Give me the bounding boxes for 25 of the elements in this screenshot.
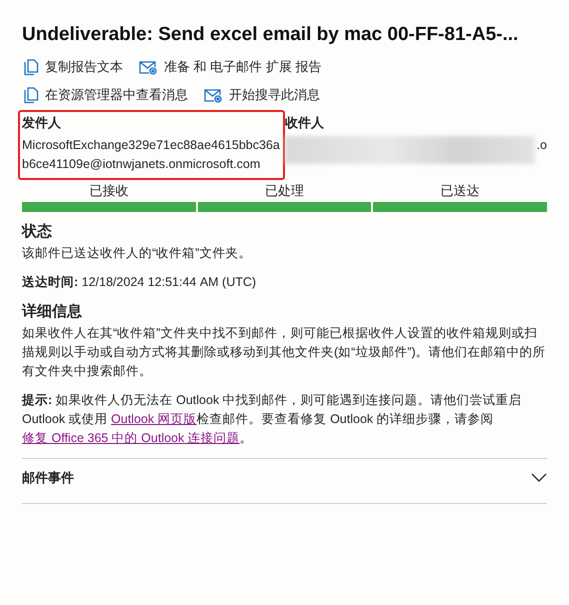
- envelope-icon: [204, 88, 223, 102]
- sender-address: MicrosoftExchange329e71ec88ae4615bbc36ab6ce41109e@iotnwjanets.onmicrosoft.com: [22, 137, 281, 173]
- step-label: 已接收: [89, 182, 128, 200]
- step-label: 已处理: [264, 182, 304, 200]
- action-link[interactable]: 在资源管理器中查看消息: [22, 84, 190, 106]
- recipient-label: 收件人: [285, 114, 325, 132]
- action-link[interactable]: 开始搜寻此消息: [202, 84, 322, 106]
- copy-icon: [24, 58, 39, 76]
- envelope-icon: [139, 60, 158, 74]
- section-heading: 状态: [22, 222, 53, 241]
- copy-icon: [24, 86, 39, 104]
- tip-paragraph: 提示: 如果收件人仍无法在 Outlook 中找到邮件，则可能遇到连接问题。请他们尝试重启 Outlook 或使用 Outlook 网页版检查邮件。要查看修复 Outlook 的详细步骤，请参阅 修复 Office 365 中的 Outlook 连接问题。: [22, 392, 523, 447]
- section-heading: 详细信息: [22, 302, 83, 321]
- recipient-address: .o: [536, 137, 547, 154]
- sender-label: 发件人: [22, 114, 62, 132]
- step-label: 已送达: [440, 182, 480, 200]
- details-text: 如果收件人在其“收件箱”文件夹中找不到邮件，则可能已根据收件人设置的收件箱规则或扫描规则以手动或自动方式将其删除或移动到其他文件夹(如“垃圾邮件”)。请他们在邮箱中的所有文件夹中搜索邮件。: [22, 325, 547, 380]
- action-link[interactable]: 复制报告文本: [22, 56, 125, 78]
- action-link[interactable]: 准备 和 电子邮件 扩展 报告: [137, 56, 324, 78]
- delivery-time: 送达时间: 12/18/2024 12:51:44 AM (UTC): [22, 274, 258, 291]
- status-text: 该邮件已送达收件人的“收件箱”文件夹。: [22, 245, 252, 262]
- help-link[interactable]: Outlook 网页版: [111, 412, 197, 426]
- help-link[interactable]: 修复 Office 365 中的 Outlook 连接问题: [22, 431, 240, 445]
- message-events-toggle[interactable]: 邮件事件: [22, 459, 547, 501]
- report-title: Undeliverable: Send excel email by mac 00-FF-81-A5-...: [22, 24, 520, 46]
